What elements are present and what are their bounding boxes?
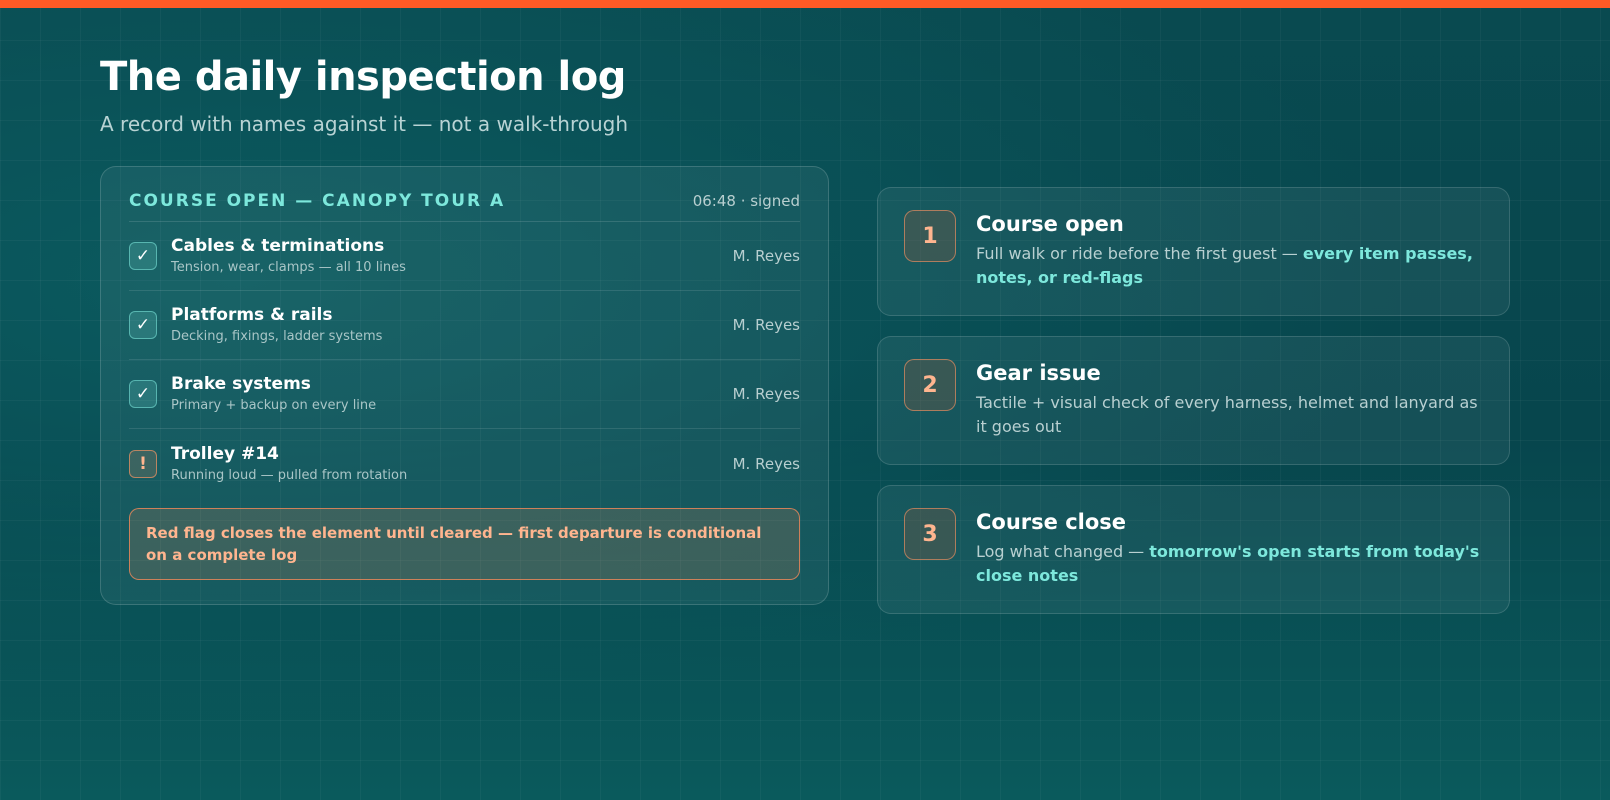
- log-heading: COURSE OPEN — CANOPY TOUR A: [129, 191, 506, 211]
- row-detail: Running loud — pulled from rotation: [171, 467, 408, 483]
- row-signer: M. Reyes: [732, 454, 800, 473]
- step-body: Gear issue Tactile + visual check of eve…: [976, 359, 1483, 464]
- step-description: Log what changed — tomorrow's open start…: [976, 540, 1483, 588]
- step-title: Course close: [976, 510, 1127, 534]
- log-signed-stamp: 06:48 · signed: [692, 192, 800, 210]
- log-row: ✓ Platforms & rails Decking, fixings, la…: [129, 291, 800, 360]
- step-text: Tactile + visual check of every harness,…: [976, 393, 1478, 436]
- step-card-course-open: 1 Course open Full walk or ride before t…: [877, 187, 1510, 316]
- step-title: Course open: [976, 212, 1124, 236]
- top-accent-bar: [0, 0, 1610, 8]
- check-icon: ✓: [129, 311, 157, 339]
- step-number: 2: [904, 359, 956, 411]
- page-subtitle: A record with names against it — not a w…: [100, 112, 629, 136]
- step-text: Full walk or ride before the first guest…: [976, 244, 1303, 263]
- log-header: COURSE OPEN — CANOPY TOUR A 06:48 · sign…: [129, 189, 800, 213]
- step-text: Log what changed —: [976, 542, 1150, 561]
- check-icon: ✓: [129, 380, 157, 408]
- row-signer: M. Reyes: [732, 247, 800, 265]
- row-text: Trolley #14 Running loud — pulled from r…: [171, 443, 733, 485]
- step-body: Course close Log what changed — tomorrow…: [976, 508, 1483, 613]
- row-detail: Tension, wear, clamps — all 10 lines: [171, 260, 406, 275]
- log-row: ! Trolley #14 Running loud — pulled from…: [129, 429, 800, 498]
- log-row: ✓ Cables & terminations Tension, wear, c…: [129, 222, 800, 291]
- check-icon: ✓: [129, 242, 157, 270]
- step-number: 3: [904, 508, 956, 560]
- red-flag-note: Red flag closes the element until cleare…: [129, 508, 800, 580]
- step-description: Full walk or ride before the first guest…: [976, 242, 1483, 290]
- log-row: ✓ Brake systems Primary + backup on ever…: [129, 360, 800, 429]
- row-detail: Primary + backup on every line: [171, 398, 377, 413]
- step-body: Course open Full walk or ride before the…: [976, 210, 1483, 315]
- row-text: Brake systems Primary + backup on every …: [171, 373, 733, 415]
- row-text: Platforms & rails Decking, fixings, ladd…: [171, 304, 733, 346]
- step-card-gear-issue: 2 Gear issue Tactile + visual check of e…: [877, 336, 1510, 465]
- log-rows: ✓ Cables & terminations Tension, wear, c…: [129, 221, 800, 498]
- step-description: Tactile + visual check of every harness,…: [976, 391, 1483, 439]
- row-title: Trolley #14: [171, 443, 279, 464]
- step-number: 1: [904, 210, 956, 262]
- row-text: Cables & terminations Tension, wear, cla…: [171, 235, 733, 277]
- process-steps: 1 Course open Full walk or ride before t…: [877, 187, 1510, 634]
- row-title: Cables & terminations: [171, 236, 385, 256]
- step-card-course-close: 3 Course close Log what changed — tomorr…: [877, 485, 1510, 614]
- step-title: Gear issue: [976, 361, 1101, 385]
- row-signer: M. Reyes: [732, 385, 800, 403]
- warning-icon: !: [129, 449, 157, 478]
- page-title: The daily inspection log: [100, 54, 626, 100]
- row-detail: Decking, fixings, ladder systems: [171, 329, 383, 344]
- row-signer: M. Reyes: [732, 316, 800, 334]
- row-title: Platforms & rails: [171, 305, 333, 325]
- inspection-log-card: COURSE OPEN — CANOPY TOUR A 06:48 · sign…: [100, 166, 829, 605]
- row-title: Brake systems: [171, 374, 311, 394]
